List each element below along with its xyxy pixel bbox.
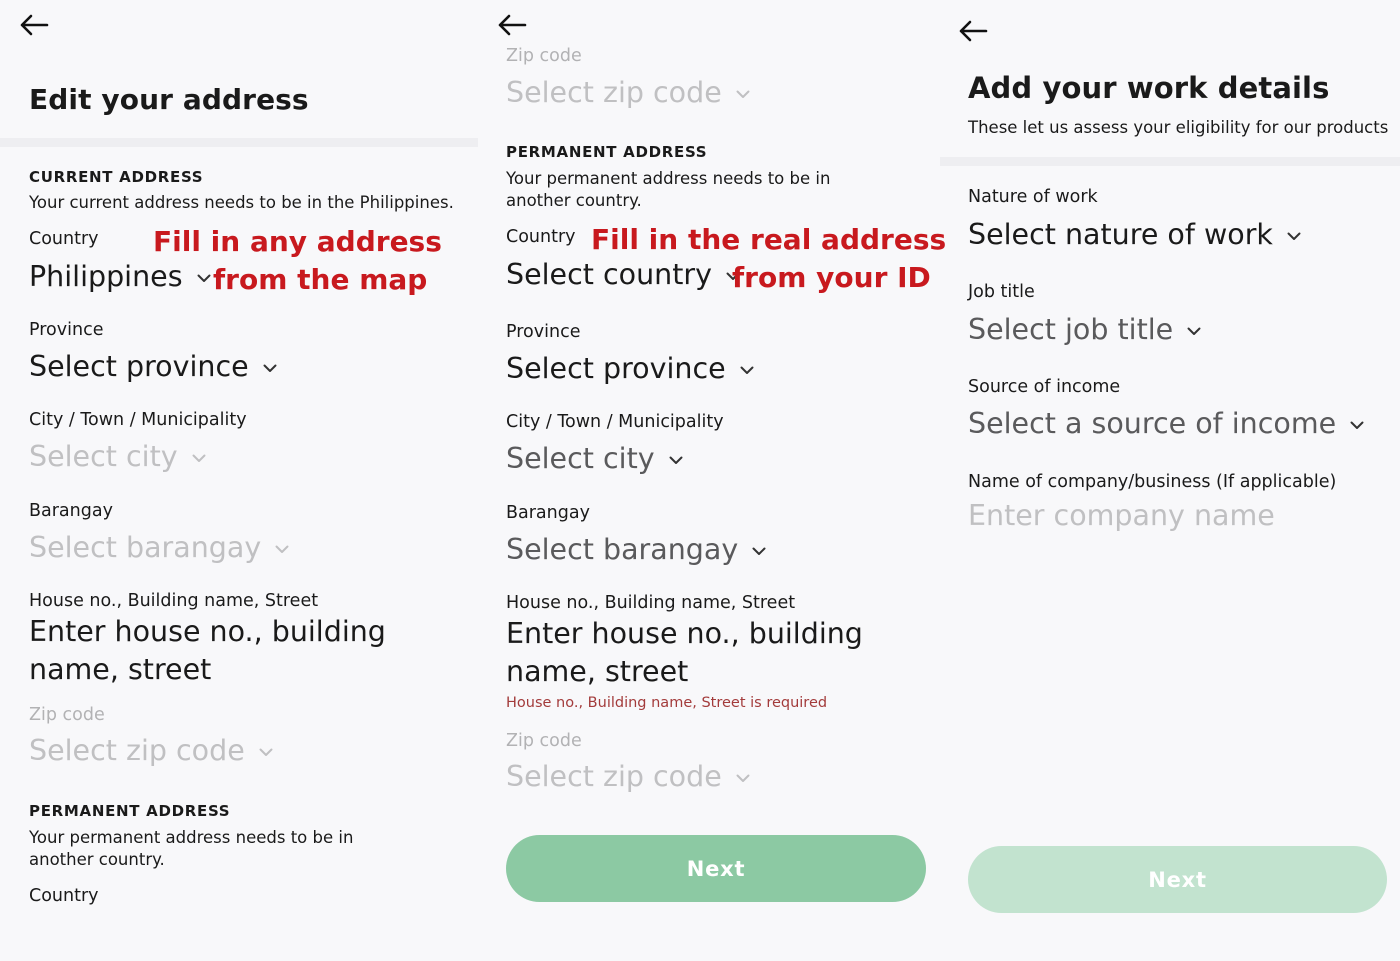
next-button[interactable]: Next — [506, 835, 926, 902]
annotation-line-1: Fill in the real address — [591, 223, 947, 256]
city-value: Select city — [506, 442, 655, 475]
house-label: House no., Building name, Street — [29, 591, 319, 611]
job-title-value: Select job title — [968, 313, 1174, 346]
job-title-label: Job title — [968, 282, 1035, 302]
barangay-label: Barangay — [29, 501, 113, 521]
house-error-message: House no., Building name, Street is requ… — [506, 695, 828, 711]
source-of-income-dropdown[interactable]: Select a source of income — [968, 407, 1364, 440]
province-label: Province — [506, 322, 581, 342]
barangay-label: Barangay — [506, 503, 590, 523]
barangay-dropdown[interactable]: Select barangay — [506, 533, 766, 566]
edit-address-screen: Edit your address CURRENT ADDRESS Your c… — [0, 0, 478, 961]
nature-of-work-label: Nature of work — [968, 187, 1098, 207]
country-dropdown[interactable]: Philippines — [29, 260, 211, 293]
job-title-dropdown[interactable]: Select job title — [968, 313, 1201, 346]
chevron-down-icon — [1350, 421, 1364, 430]
barangay-dropdown[interactable]: Select barangay — [29, 531, 289, 564]
zip-dropdown[interactable]: Select zip code — [29, 734, 273, 767]
nature-of-work-dropdown[interactable]: Select nature of work — [968, 218, 1301, 251]
zip-label: Zip code — [506, 731, 582, 751]
annotation-line-2: from the map — [213, 263, 428, 296]
company-name-label: Name of company/business (If applicable) — [968, 472, 1337, 492]
chevron-down-icon — [736, 90, 750, 99]
province-value: Select province — [29, 350, 249, 383]
zip-value-top: Select zip code — [506, 76, 722, 109]
back-arrow-icon[interactable] — [19, 14, 49, 36]
header-divider — [0, 138, 478, 147]
back-arrow-icon[interactable] — [497, 14, 527, 36]
permanent-country-label: Country — [29, 886, 99, 906]
chevron-down-icon — [263, 364, 277, 373]
country-value: Philippines — [29, 260, 183, 293]
current-address-heading: CURRENT ADDRESS — [29, 168, 204, 186]
city-value: Select city — [29, 440, 178, 473]
province-dropdown[interactable]: Select province — [506, 352, 754, 385]
chevron-down-icon — [1187, 327, 1201, 336]
permanent-address-helper: Your permanent address needs to be in an… — [506, 169, 831, 210]
country-value: Select country — [506, 258, 712, 291]
chevron-down-icon — [740, 366, 754, 375]
house-input[interactable]: Enter house no., building name, street — [506, 615, 936, 691]
house-input[interactable]: Enter house no., building name, street — [29, 613, 469, 689]
page-title: Add your work details — [968, 71, 1330, 105]
chevron-down-icon — [192, 454, 206, 463]
zip-label-top: Zip code — [506, 46, 582, 66]
permanent-address-heading: PERMANENT ADDRESS — [506, 143, 708, 161]
nature-of-work-value: Select nature of work — [968, 218, 1273, 251]
zip-label: Zip code — [29, 705, 105, 725]
header-divider — [940, 157, 1400, 166]
page-title: Edit your address — [29, 83, 309, 116]
current-address-helper: Your current address needs to be in the … — [29, 193, 454, 212]
city-label: City / Town / Municipality — [506, 412, 724, 432]
city-dropdown[interactable]: Select city — [29, 440, 206, 473]
house-label: House no., Building name, Street — [506, 593, 796, 613]
province-value: Select province — [506, 352, 726, 385]
barangay-value: Select barangay — [29, 531, 262, 564]
back-arrow-icon[interactable] — [958, 20, 988, 42]
chevron-down-icon — [259, 748, 273, 757]
country-label: Country — [29, 229, 99, 249]
page-subtitle: These let us assess your eligibility for… — [968, 118, 1389, 137]
zip-value: Select zip code — [29, 734, 245, 767]
zip-dropdown-top[interactable]: Select zip code — [506, 76, 750, 109]
company-name-input[interactable]: Enter company name — [968, 499, 1275, 532]
permanent-address-screen: Zip code Select zip code PERMANENT ADDRE… — [478, 0, 946, 961]
permanent-address-helper: Your permanent address needs to be in an… — [29, 828, 354, 869]
source-of-income-label: Source of income — [968, 377, 1121, 397]
zip-value: Select zip code — [506, 760, 722, 793]
next-button[interactable]: Next — [968, 846, 1387, 913]
annotation-line-1: Fill in any address — [153, 225, 442, 258]
chevron-down-icon — [197, 274, 211, 283]
zip-dropdown[interactable]: Select zip code — [506, 760, 750, 793]
chevron-down-icon — [1287, 232, 1301, 241]
barangay-value: Select barangay — [506, 533, 739, 566]
chevron-down-icon — [275, 545, 289, 554]
work-details-screen: Add your work details These let us asses… — [940, 0, 1400, 961]
chevron-down-icon — [752, 547, 766, 556]
chevron-down-icon — [736, 774, 750, 783]
country-label: Country — [506, 227, 576, 247]
province-label: Province — [29, 320, 104, 340]
city-dropdown[interactable]: Select city — [506, 442, 683, 475]
chevron-down-icon — [669, 456, 683, 465]
source-of-income-value: Select a source of income — [968, 407, 1337, 440]
country-dropdown[interactable]: Select country — [506, 258, 740, 291]
city-label: City / Town / Municipality — [29, 410, 247, 430]
annotation-line-2: from your ID — [732, 261, 931, 294]
permanent-address-heading: PERMANENT ADDRESS — [29, 802, 231, 820]
province-dropdown[interactable]: Select province — [29, 350, 277, 383]
